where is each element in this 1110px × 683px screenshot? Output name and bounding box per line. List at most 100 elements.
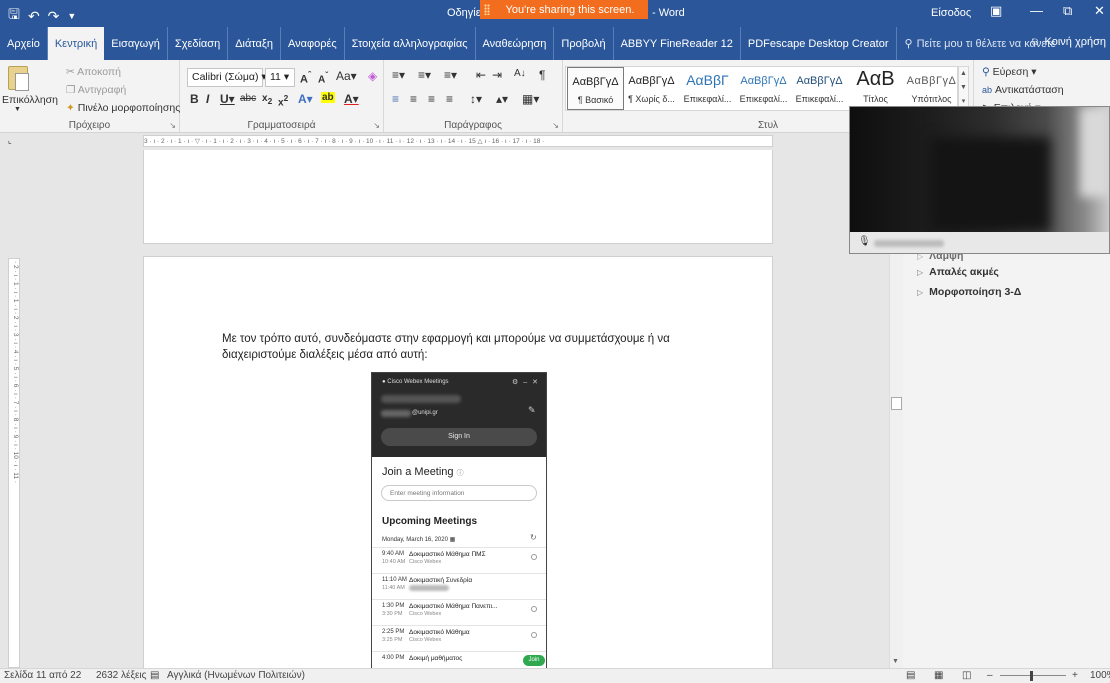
shading-icon[interactable]: ▴▾	[496, 92, 508, 106]
font-color-icon[interactable]: A▾	[344, 92, 359, 106]
save-icon[interactable]: 🖫	[8, 4, 20, 28]
style-subtitle[interactable]: ΑαΒβΓγΔ Υπότιτλος	[903, 67, 960, 110]
close-icon[interactable]: ✕	[1094, 3, 1105, 19]
tab-insert[interactable]: Εισαγωγή	[104, 27, 168, 60]
webex-join-heading: Join a Meeting ⓘ	[382, 466, 464, 478]
tab-view[interactable]: Προβολή	[554, 27, 614, 60]
paste-dropdown-icon[interactable]: ▼	[14, 106, 21, 113]
font-size-select[interactable]: 11 ▾	[265, 68, 295, 87]
paste-button[interactable]: Επικόλληση	[2, 94, 58, 106]
increase-indent-icon[interactable]: ⇥	[492, 68, 502, 82]
shrink-font-icon[interactable]: Aˇ	[318, 70, 328, 85]
sign-in-link[interactable]: Είσοδος	[931, 7, 971, 19]
tab-abbyy[interactable]: ABBYY FineReader 12	[614, 27, 741, 60]
bullets-icon[interactable]: ≡▾	[392, 68, 405, 82]
language-indicator[interactable]: Αγγλικά (Ηνωμένων Πολιτειών)	[167, 670, 305, 681]
format-painter-button[interactable]: ✦ Πινέλο μορφοποίησης	[66, 102, 180, 114]
current-page[interactable]: Με τον τρόπο αυτό, συνδεόμαστε στην εφαρ…	[143, 256, 773, 676]
web-layout-icon[interactable]: ◫	[962, 670, 971, 681]
highlight-icon[interactable]: ab	[321, 92, 335, 103]
paste-icon[interactable]	[8, 66, 29, 91]
align-left-icon[interactable]: ≡	[392, 92, 399, 106]
paragraph-dialog-launcher-icon[interactable]: ↘	[552, 121, 559, 130]
document-paragraph[interactable]: Με τον τρόπο αυτό, συνδεόμαστε στην εφαρ…	[222, 331, 692, 363]
change-case-icon[interactable]: Aa▾	[336, 69, 357, 83]
style-title[interactable]: ΑαΒ Τίτλος	[847, 67, 904, 110]
strikethrough-icon[interactable]: abc	[240, 93, 256, 104]
italic-icon[interactable]: I	[206, 92, 209, 106]
redo-icon[interactable]: ↷	[48, 8, 60, 25]
tab-mailings[interactable]: Στοιχεία αλληλογραφίας	[345, 27, 476, 60]
align-center-icon[interactable]: ≡	[410, 92, 417, 106]
zoom-slider[interactable]	[1000, 675, 1066, 676]
pane-item-3d-format[interactable]: ▷ Μορφοποίηση 3-Δ	[917, 286, 1021, 298]
screen-sharing-banner[interactable]: You're sharing this screen.	[480, 0, 648, 19]
tab-design[interactable]: Σχεδίαση	[168, 27, 229, 60]
borders-icon[interactable]: ▦▾	[522, 92, 539, 106]
webcam-video-overlay[interactable]: 🎙	[849, 106, 1110, 254]
replace-button[interactable]: ab Αντικατάσταση	[982, 84, 1064, 96]
tab-review[interactable]: Αναθεώρηση	[476, 27, 555, 60]
font-family-select[interactable]: Calibri (Σώμα) ▾	[187, 68, 267, 87]
copy-button[interactable]: ❐ Αντιγραφή	[66, 84, 126, 96]
ruler-scale[interactable]: 3 · ı · 2 · ı · 1 · ı · ▽ · ı · 1 · ı · …	[143, 135, 773, 147]
cut-button[interactable]: ✂ Αποκοπή	[66, 66, 121, 78]
align-right-icon[interactable]: ≡	[428, 92, 435, 106]
underline-icon[interactable]: U▾	[220, 92, 235, 106]
grow-font-icon[interactable]: Aˆ	[300, 70, 311, 86]
show-formatting-marks-icon[interactable]: ¶	[539, 68, 545, 82]
minimize-icon[interactable]: —	[1030, 3, 1043, 18]
tab-home[interactable]: Κεντρική	[47, 27, 105, 60]
superscript-icon[interactable]: x2	[278, 93, 288, 108]
find-button[interactable]: ⚲ Εύρεση ▾	[982, 66, 1037, 78]
drag-handle-icon[interactable]	[484, 4, 490, 15]
read-mode-icon[interactable]: ▤	[906, 670, 915, 681]
styles-scroll[interactable]: ▲ ▼ ▾	[958, 66, 969, 111]
style-heading-3[interactable]: ΑαΒβΓγΔ Επικεφαλί...	[791, 67, 848, 110]
ribbon-display-options-icon[interactable]: ▣	[990, 3, 1002, 19]
undo-icon[interactable]: ↶	[28, 8, 40, 25]
style-heading-2[interactable]: ΑαΒβΓγΔ Επικεφαλί...	[735, 67, 792, 110]
font-dialog-launcher-icon[interactable]: ↘	[373, 121, 380, 130]
tab-selector-icon[interactable]: ⌞	[8, 136, 12, 145]
sort-icon[interactable]: A↓	[514, 68, 526, 79]
dialog-launcher-icon[interactable]: ↘	[169, 121, 176, 130]
share-label: Κοινή χρήση	[1044, 36, 1107, 48]
webex-upcoming-heading: Upcoming Meetings	[382, 516, 478, 527]
scrollbar-thumb[interactable]	[891, 397, 902, 410]
restore-icon[interactable]: ⧉	[1063, 3, 1072, 19]
zoom-in-icon[interactable]: +	[1072, 670, 1078, 681]
style-normal[interactable]: ΑαΒβΓγΔ ¶ Βασικό	[567, 67, 624, 110]
print-layout-icon[interactable]: ▦	[934, 670, 943, 681]
scroll-down-icon[interactable]: ▼	[892, 658, 899, 665]
previous-page	[143, 150, 773, 244]
line-spacing-icon[interactable]: ↕▾	[470, 92, 482, 106]
customize-qat-icon[interactable]: ▼	[67, 11, 76, 21]
word-count[interactable]: 2632 λέξεις	[96, 670, 146, 681]
bold-icon[interactable]: B	[190, 92, 199, 106]
decrease-indent-icon[interactable]: ⇤	[476, 68, 486, 82]
zoom-level[interactable]: 100%	[1090, 670, 1110, 681]
tab-references[interactable]: Αναφορές	[281, 27, 345, 60]
page-count[interactable]: Σελίδα 11 από 22	[4, 670, 81, 681]
text-effects-icon[interactable]: A▾	[298, 92, 313, 106]
multilevel-list-icon[interactable]: ≡▾	[444, 68, 457, 82]
numbering-icon[interactable]: ≡▾	[418, 68, 431, 82]
zoom-slider-thumb[interactable]	[1030, 671, 1033, 681]
clear-formatting-icon[interactable]: ◈	[368, 69, 377, 83]
justify-icon[interactable]: ≡	[446, 92, 453, 106]
pane-item-soft-edges[interactable]: ▷ Απαλές ακμές	[917, 266, 999, 278]
style-heading-1[interactable]: ΑαΒβΓ Επικεφαλί...	[679, 67, 736, 110]
separator	[372, 651, 546, 652]
calendar-icon: ▦	[449, 537, 456, 543]
tab-pdfescape[interactable]: PDFescape Desktop Creator	[741, 27, 897, 60]
share-button[interactable]: ☺ Κοινή χρήση	[1029, 36, 1106, 48]
zoom-out-icon[interactable]: –	[987, 670, 993, 681]
tab-file[interactable]: Αρχείο	[0, 27, 48, 60]
status-icon	[531, 632, 537, 638]
style-no-spacing[interactable]: ΑαΒβΓγΔ ¶ Χωρίς δ...	[623, 67, 680, 110]
proofing-icon[interactable]: ▤	[150, 670, 159, 681]
subscript-icon[interactable]: x2	[262, 93, 272, 106]
tab-layout[interactable]: Διάταξη	[228, 27, 281, 60]
microphone-icon[interactable]: 🎙	[858, 236, 871, 247]
